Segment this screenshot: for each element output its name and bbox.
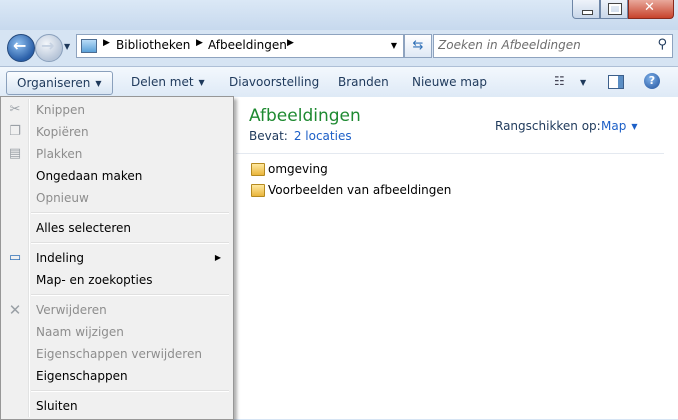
menu-item-label: Alles selecteren: [36, 221, 132, 235]
view-options-dropdown[interactable]: ▼: [580, 78, 586, 87]
organize-button[interactable]: Organiseren ▼: [6, 71, 113, 95]
minimize-button[interactable]: [572, 0, 600, 19]
breadcrumb-chevron-icon[interactable]: ▶: [287, 38, 294, 48]
menu-item-label: Ongedaan maken: [36, 169, 143, 183]
library-contains: Bevat: 2 locaties: [249, 129, 352, 143]
menu-item-label: Map- en zoekopties: [36, 273, 153, 287]
locations-link[interactable]: 2 locaties: [294, 129, 352, 143]
caption-buttons: [572, 0, 674, 19]
chevron-down-icon: ▼: [95, 79, 102, 88]
search-input[interactable]: [438, 37, 638, 53]
menu-item-cut[interactable]: ✂ Knippen: [3, 99, 231, 121]
menu-item-label: Eigenschappen: [36, 369, 128, 383]
breadcrumb-chevron-icon[interactable]: ▶: [196, 38, 203, 48]
maximize-button[interactable]: [600, 0, 628, 19]
refresh-icon[interactable]: ⇆: [404, 34, 432, 58]
menu-item-redo[interactable]: Opnieuw: [3, 187, 231, 209]
menu-item-label: Kopiëren: [36, 125, 89, 139]
folder-name: omgeving: [268, 162, 328, 176]
menu-item-select-all[interactable]: Alles selecteren: [3, 217, 231, 239]
folder-item[interactable]: omgeving: [251, 160, 328, 178]
recent-pages-dropdown[interactable]: ▼: [64, 42, 70, 51]
menu-item-close[interactable]: Sluiten: [3, 395, 231, 417]
menu-separator: [31, 212, 229, 214]
paste-icon: ▤: [8, 146, 22, 161]
menu-item-label: Naam wijzigen: [36, 325, 124, 339]
navigation-bar: ▼ ▶ Bibliotheken ▶ Afbeeldingen ▶ ▼ ⇆ ⚲: [0, 30, 678, 64]
menu-item-folder-options[interactable]: Map- en zoekopties: [3, 269, 231, 291]
menu-item-label: Indeling: [36, 251, 85, 265]
menu-item-label: Knippen: [36, 103, 86, 117]
menu-separator: [31, 294, 229, 296]
change-view-icon[interactable]: ☷: [554, 75, 567, 87]
menu-item-copy[interactable]: ❐ Kopiëren: [3, 121, 231, 143]
new-folder-button[interactable]: Nieuwe map: [412, 67, 487, 97]
forward-button[interactable]: [35, 34, 63, 62]
copy-icon: ❐: [9, 124, 21, 139]
menu-item-properties[interactable]: Eigenschappen: [3, 365, 231, 387]
chevron-down-icon: ▼: [198, 78, 205, 87]
organize-label: Organiseren: [17, 76, 91, 90]
menu-separator: [31, 390, 229, 392]
layout-icon: ▭: [8, 250, 22, 265]
folder-icon: [251, 184, 265, 197]
arrange-by-dropdown[interactable]: Map ▼: [601, 119, 637, 133]
help-icon[interactable]: ?: [644, 73, 660, 89]
menu-item-undo[interactable]: Ongedaan maken: [3, 165, 231, 187]
burn-button[interactable]: Branden: [338, 67, 389, 97]
share-label: Delen met: [131, 75, 194, 89]
menu-item-remove-properties[interactable]: Eigenschappen verwijderen: [3, 343, 231, 365]
contains-label: Bevat:: [249, 129, 288, 143]
search-box[interactable]: ⚲: [433, 34, 673, 58]
slideshow-button[interactable]: Diavoorstelling: [229, 67, 319, 97]
breadcrumb-chevron-icon[interactable]: ▶: [103, 38, 110, 48]
menu-item-delete[interactable]: ✕ Verwijderen: [3, 299, 231, 321]
scissors-icon: ✂: [9, 102, 21, 117]
command-bar: Organiseren ▼ Delen met ▼ Diavoorstelling …: [0, 66, 678, 99]
library-title: Afbeeldingen: [249, 106, 361, 126]
organize-menu: ✂ Knippen ❐ Kopiëren ▤ Plakken Ongedaan …: [0, 96, 234, 420]
breadcrumb-libraries[interactable]: Bibliotheken: [116, 38, 190, 52]
chevron-down-icon: ▼: [631, 122, 638, 131]
submenu-arrow-icon: ▶: [214, 253, 221, 262]
address-bar[interactable]: ▶ Bibliotheken ▶ Afbeeldingen ▶ ▼: [76, 34, 404, 58]
menu-item-label: Verwijderen: [36, 303, 107, 317]
menu-item-layout[interactable]: ▭ Indeling ▶: [3, 247, 231, 269]
menu-item-rename[interactable]: Naam wijzigen: [3, 321, 231, 343]
menu-item-label: Eigenschappen verwijderen: [36, 347, 202, 361]
arrange-by-value: Map: [601, 119, 627, 133]
menu-item-label: Sluiten: [36, 399, 78, 413]
folder-name: Voorbeelden van afbeeldingen: [268, 183, 452, 197]
library-pictures-icon: [81, 39, 97, 53]
preview-pane-icon[interactable]: [608, 75, 624, 89]
delete-icon: ✕: [8, 301, 22, 319]
arrange-by-label: Rangschikken op:: [495, 119, 601, 133]
menu-item-label: Opnieuw: [36, 191, 89, 205]
menu-separator: [31, 242, 229, 244]
content-pane: Afbeeldingen Bevat: 2 locaties Rangschikk…: [236, 97, 678, 419]
address-dropdown-icon[interactable]: ▼: [391, 41, 397, 50]
back-button[interactable]: [7, 34, 35, 62]
folder-icon: [251, 163, 265, 176]
close-window-button[interactable]: [628, 0, 674, 19]
menu-item-paste[interactable]: ▤ Plakken: [3, 143, 231, 165]
breadcrumb-pictures[interactable]: Afbeeldingen: [208, 38, 287, 52]
header-divider: [236, 153, 664, 154]
folder-item[interactable]: Voorbeelden van afbeeldingen: [251, 181, 451, 199]
menu-item-label: Plakken: [36, 147, 83, 161]
title-bar: [0, 0, 678, 30]
share-with-button[interactable]: Delen met ▼: [131, 67, 205, 97]
search-icon[interactable]: ⚲: [657, 37, 667, 52]
